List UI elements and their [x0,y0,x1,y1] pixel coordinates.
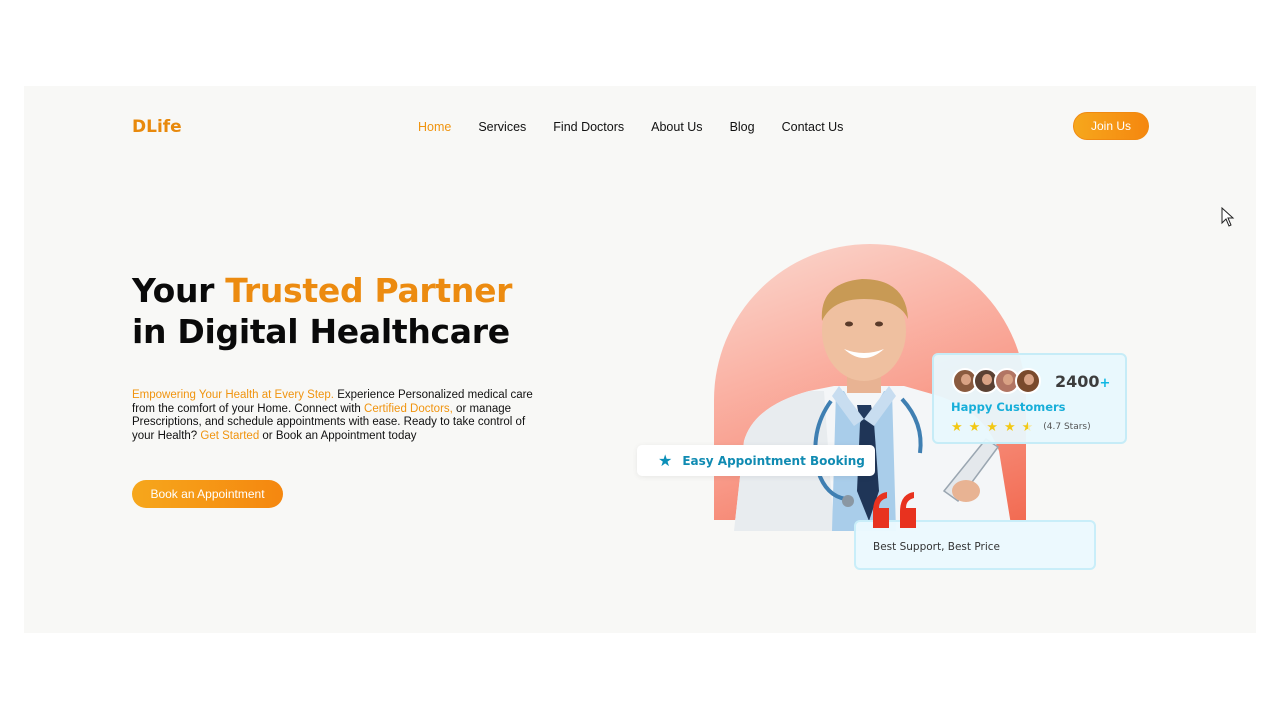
customer-count-value: 2400 [1055,372,1100,391]
hero-title-pre: Your [132,271,226,310]
hero-description: Empowering Your Health at Every Step. Ex… [132,389,537,444]
happy-customers-card: 2400+ Happy Customers ★ ★ ★ ★ ★ (4.7 Sta… [932,353,1127,444]
logo[interactable]: DLife [132,117,182,137]
hero-title-highlight: Trusted Partner [225,271,513,310]
customer-avatars [952,368,1041,394]
desc-highlight-2: Certified Doctors, [364,402,453,415]
hero-title: Your Trusted Partner in Digital Healthca… [132,270,512,352]
quote-icon [873,492,916,528]
customer-count: 2400+ [1055,372,1110,391]
appointment-booking-card: ★ Easy Appointment Booking [637,445,875,476]
nav-about-us[interactable]: About Us [651,120,702,134]
main-nav: Home Services Find Doctors About Us Blog… [418,120,870,134]
nav-blog[interactable]: Blog [730,120,755,134]
star-icon: ★ [968,419,981,434]
star-rating: ★ ★ ★ ★ ★ (4.7 Stars) [951,419,1091,435]
support-label: Best Support, Best Price [873,541,1000,553]
desc-highlight-3: Get Started [200,430,260,443]
nav-home[interactable]: Home [418,120,451,134]
book-appointment-button[interactable]: Book an Appointment [132,480,283,508]
nav-services[interactable]: Services [478,120,526,134]
hero-title-line2: in Digital Healthcare [132,312,510,351]
landing-page: DLife Home Services Find Doctors About U… [24,86,1256,633]
appointment-booking-label: Easy Appointment Booking [682,453,865,468]
mouse-cursor-icon [1221,207,1235,227]
nav-find-doctors[interactable]: Find Doctors [553,120,624,134]
star-icon: ★ [951,419,963,434]
rating-text: (4.7 Stars) [1043,422,1091,432]
star-icon: ★ [1003,419,1016,434]
avatar [1015,368,1041,394]
desc-highlight-1: Empowering Your Health at Every Step. [132,389,335,401]
star-icon: ★ [658,452,673,470]
happy-customers-label: Happy Customers [951,400,1066,414]
half-star-icon: ★ [1021,419,1034,434]
join-us-button[interactable]: Join Us [1073,112,1149,140]
nav-contact-us[interactable]: Contact Us [782,120,844,134]
star-icon: ★ [986,419,998,434]
customer-count-suffix: + [1099,376,1111,391]
desc-text-3: or Book an Appointment today [259,430,417,443]
